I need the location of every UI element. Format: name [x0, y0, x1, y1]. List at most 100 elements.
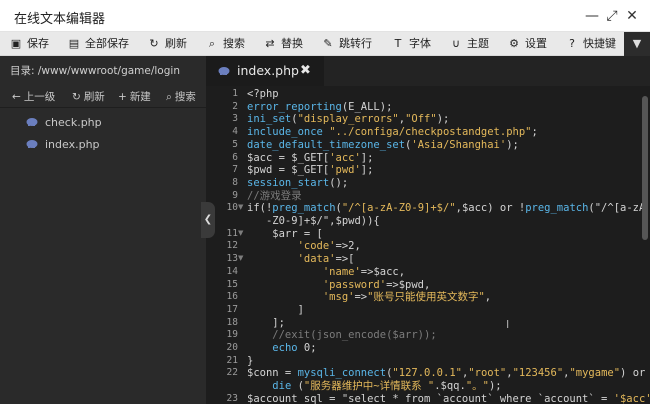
toolbar: ▣ 保存 ▤ 全部保存 ↻ 刷新 ⌕ 搜索 ⇄ 替换 ✎ 跳转行 T 字体 ∪ 主题 ⚙ 设置 ?… [0, 32, 650, 56]
file-item-check[interactable]: check.php [0, 112, 206, 134]
directory-path: 目录: /www/wwwroot/game/login [0, 56, 206, 86]
shortcuts-button[interactable]: ? 快捷键 [566, 32, 616, 56]
save-label: 保存 [27, 37, 49, 50]
file-list: check.php index.php [0, 112, 206, 156]
tab-bar: index.php ✖ [206, 56, 650, 86]
php-elephant-icon [218, 67, 230, 75]
save-button[interactable]: ▣ 保存 [10, 32, 49, 56]
search-button[interactable]: ⌕ 搜索 [206, 32, 245, 56]
code-line: die ("服务器维护中~详情联系 ".$qq."。"); [272, 380, 502, 393]
code-line: if(!preg_match("/^[a-zA-Z0-9]+$/",$acc) … [247, 202, 646, 215]
code-line: //exit(json_encode($arr)); [247, 329, 437, 342]
line-number: 9 [232, 189, 238, 201]
search-label: 搜索 [223, 37, 245, 50]
replace-label: 替换 [281, 37, 303, 50]
code-line: <?php [247, 88, 279, 100]
new-file-button[interactable]: + 新建 [118, 86, 151, 108]
code-line: ] [247, 303, 304, 316]
code-line: 'password'=>$pwd, [322, 278, 431, 291]
sidebar-search-button[interactable]: ⌕ 搜索 [166, 86, 196, 108]
code-line: $acc = $_GET['acc']; [247, 151, 374, 164]
search-icon: ⌕ [208, 37, 216, 50]
tab-close-icon[interactable]: ✖ [300, 56, 311, 86]
code-line: 'code'=>2, [297, 240, 361, 253]
line-number: 13 [226, 253, 238, 265]
window-title: 在线文本编辑器 [14, 12, 106, 27]
toolbar-toggle-button[interactable]: ▼ [624, 32, 650, 56]
file-item-index[interactable]: index.php [0, 134, 206, 156]
arrow-left-icon: ← [12, 91, 21, 103]
theme-button[interactable]: ∪ 主题 [450, 32, 489, 56]
line-number: 18 [226, 316, 238, 328]
gear-icon: ⚙ [509, 37, 519, 50]
save-icon: ▣ [10, 37, 22, 50]
file-name: check.php [45, 116, 102, 129]
font-icon: T [394, 37, 402, 50]
code-line: } [247, 354, 254, 367]
settings-button[interactable]: ⚙ 设置 [508, 32, 547, 56]
line-number: 4 [232, 126, 238, 138]
line-number: 17 [226, 303, 238, 315]
code-line: ]; [247, 316, 285, 329]
settings-label: 设置 [525, 37, 547, 50]
vertical-scrollbar[interactable] [642, 96, 648, 240]
fold-arrow-icon[interactable]: ▼ [238, 229, 244, 237]
refresh-button[interactable]: ↻ 刷新 [148, 32, 187, 56]
save-all-button[interactable]: ▤ 全部保存 [68, 32, 129, 56]
close-icon[interactable]: ✕ [624, 8, 640, 24]
code-line: $pwd = $_GET['pwd']; [247, 164, 374, 177]
save-all-icon: ▤ [68, 37, 80, 50]
minimize-icon[interactable]: — [584, 8, 600, 24]
maximize-icon[interactable]: ⤢ [604, 8, 620, 24]
tab-index-php[interactable]: index.php ✖ [206, 56, 324, 86]
code-line: -Z0-9]+$/",$pwd)){ [247, 215, 380, 227]
replace-icon: ⇄ [265, 37, 275, 50]
replace-button[interactable]: ⇄ 替换 [264, 32, 303, 56]
line-number: 8 [232, 176, 238, 188]
fold-arrow-icon[interactable]: ▼ [238, 254, 244, 262]
line-number: 1 [232, 88, 238, 99]
sidebar-toolbar: ← 上一级 ↻ 刷新 + 新建 ⌕ 搜索 [0, 86, 206, 108]
code-line: ini_set("display_errors","Off"); [247, 113, 450, 126]
chevron-left-icon: ❮ [203, 214, 213, 225]
sidebar-search-label: 搜索 [174, 91, 196, 103]
fold-arrow-icon[interactable]: ▼ [238, 203, 244, 211]
line-number: 22 [226, 367, 238, 379]
up-level-label: 上一级 [23, 91, 56, 103]
refresh-label: 刷新 [165, 37, 187, 50]
code-area[interactable]: <?php error_reporting(E_ALL); ini_set("dis… [247, 86, 650, 404]
code-line: session_start(); [247, 176, 349, 189]
line-number: 19 [226, 329, 238, 341]
line-number: 21 [226, 354, 238, 366]
up-level-button[interactable]: ← 上一级 [12, 86, 55, 108]
code-line: $conn = mysqli_connect("127.0.0.1","root… [247, 367, 646, 380]
refresh-icon: ↻ [72, 91, 81, 103]
line-number: 15 [226, 278, 238, 290]
line-number: 5 [232, 138, 238, 150]
line-number: 6 [232, 151, 238, 163]
code-line: 'data'=>[ [297, 253, 355, 266]
code-line: 'msg'=>"账号只能使用英文数字", [322, 291, 492, 304]
sidebar-refresh-button[interactable]: ↻ 刷新 [72, 86, 105, 108]
help-icon: ? [569, 37, 575, 50]
text-cursor-icon: I [506, 318, 510, 331]
line-number: 20 [226, 342, 238, 353]
sidebar-collapse-button[interactable]: ❮ [201, 202, 215, 238]
code-editor[interactable]: 1 2 3 4 5 6 7 8 9 10 ▼ 11 ▼ 12 13 ▼ 14 15 16 17 18 19 20 21 22 23… [206, 86, 650, 404]
line-number: 3 [232, 113, 238, 125]
line-number: 2 [232, 100, 238, 112]
theme-label: 主题 [467, 37, 489, 50]
goto-line-button[interactable]: ✎ 跳转行 [322, 32, 372, 56]
line-number: 16 [226, 291, 238, 303]
refresh-icon: ↻ [149, 37, 159, 50]
tab-label: index.php [237, 63, 299, 78]
line-number: 14 [226, 265, 238, 277]
php-elephant-icon [26, 118, 38, 126]
code-line: $arr = [ [247, 227, 323, 240]
code-line: error_reporting(E_ALL); [247, 100, 393, 113]
font-button[interactable]: T 字体 [392, 32, 431, 56]
code-line: 'name'=>$acc, [322, 265, 406, 278]
chevron-down-icon: ▼ [632, 37, 642, 50]
new-file-label: 新建 [129, 91, 151, 103]
code-line: $account_sql = "select * from `account` … [247, 392, 650, 404]
